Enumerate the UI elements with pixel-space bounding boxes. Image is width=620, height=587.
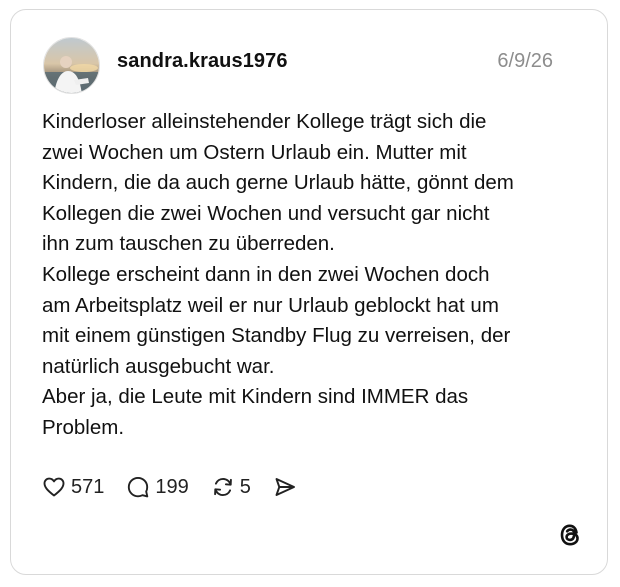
heart-icon — [42, 475, 66, 499]
post-text: Kinderloser alleinstehender Kollege träg… — [42, 107, 572, 444]
post-text-line: zwei Wochen um Ostern Urlaub ein. Mutter… — [42, 140, 467, 164]
reply-button[interactable]: 199 — [126, 475, 189, 499]
post-text-line: natürlich ausgebucht war. — [42, 354, 275, 378]
like-button[interactable]: 571 — [42, 475, 104, 499]
post-text-line: Aber ja, die Leute mit Kindern sind IMME… — [42, 385, 469, 409]
avatar-photo — [44, 38, 99, 93]
post-text-line: Problem. — [42, 415, 125, 439]
post-text-line: mit einem günstigen Standby Flug zu verr… — [42, 324, 511, 348]
action-bar: 571 199 5 — [42, 472, 319, 502]
post-card: sandra.kraus1976 6/9/26 Kinderloser alle… — [10, 9, 608, 575]
speech-bubble-icon — [126, 475, 150, 499]
repost-arrows-icon — [211, 475, 235, 499]
repost-button[interactable]: 5 — [211, 475, 251, 499]
post-text-line: Kindern, die da auch gerne Urlaub hätte,… — [42, 171, 514, 195]
threads-logo-icon — [557, 522, 583, 548]
post-text-line: am Arbeitsplatz weil er nur Urlaub geblo… — [42, 293, 499, 317]
username[interactable]: sandra.kraus1976 — [117, 50, 288, 73]
like-count: 571 — [71, 475, 105, 498]
send-icon — [273, 475, 297, 499]
repost-count: 5 — [239, 475, 251, 498]
post-date: 6/9/26 — [497, 50, 553, 72]
post-text-line: ihn zum tauschen zu überreden. — [42, 232, 335, 256]
share-button[interactable] — [273, 475, 297, 499]
post-text-line: Kollege erscheint dann in den zwei Woche… — [42, 262, 490, 286]
avatar[interactable] — [43, 37, 100, 94]
reply-count: 199 — [155, 475, 189, 498]
post-text-line: Kinderloser alleinstehender Kollege träg… — [42, 110, 487, 133]
post-text-line: Kollegen die zwei Wochen und versucht ga… — [42, 201, 490, 225]
